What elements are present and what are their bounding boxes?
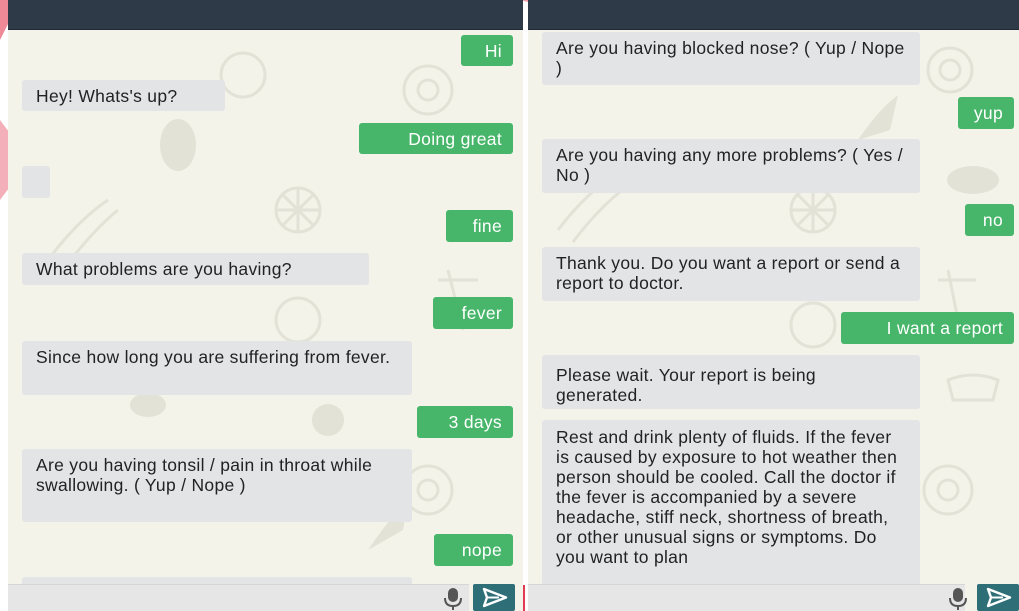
bot-message: Are you having blocked nose? ( Yup / Nop…	[542, 32, 920, 85]
accent-divider	[523, 585, 525, 611]
app-header	[528, 0, 1019, 30]
user-message: fever	[433, 297, 513, 329]
user-message: nope	[434, 534, 513, 566]
app-header	[8, 0, 523, 30]
bot-message: Since how long you are suffering from fe…	[22, 341, 412, 395]
left-chat-screen: Hi Hey! Whats's up? Doing great fine Wha…	[8, 0, 523, 611]
bot-message: Please wait. Your report is being genera…	[542, 355, 920, 409]
user-message: Doing great	[359, 123, 513, 154]
user-message: Hi	[461, 35, 513, 66]
empty-bot-message	[22, 166, 50, 198]
user-message: fine	[446, 210, 513, 242]
bot-message: Hey! Whats's up?	[22, 80, 225, 111]
bot-message: What problems are you having?	[22, 253, 369, 285]
user-message: 3 days	[417, 406, 513, 438]
message-composer	[528, 584, 1019, 611]
bot-message: Are you having any more problems? ( Yes …	[542, 139, 920, 193]
send-icon[interactable]	[473, 584, 515, 611]
microphone-icon[interactable]	[442, 587, 464, 611]
message-input[interactable]	[528, 584, 965, 611]
message-input[interactable]	[8, 584, 469, 611]
send-icon[interactable]	[977, 584, 1019, 611]
bot-message: Thank you. Do you want a report or send …	[542, 247, 920, 301]
user-message: yup	[958, 97, 1014, 129]
message-composer	[8, 584, 523, 611]
user-message: I want a report	[841, 312, 1014, 344]
bot-message: Rest and drink plenty of fluids. If the …	[542, 420, 920, 585]
right-chat-screen: Are you having blocked nose? ( Yup / Nop…	[528, 0, 1019, 611]
user-message: no	[965, 204, 1014, 236]
bot-message: Are you having tonsil / pain in throat w…	[22, 449, 412, 522]
microphone-icon[interactable]	[947, 587, 969, 611]
